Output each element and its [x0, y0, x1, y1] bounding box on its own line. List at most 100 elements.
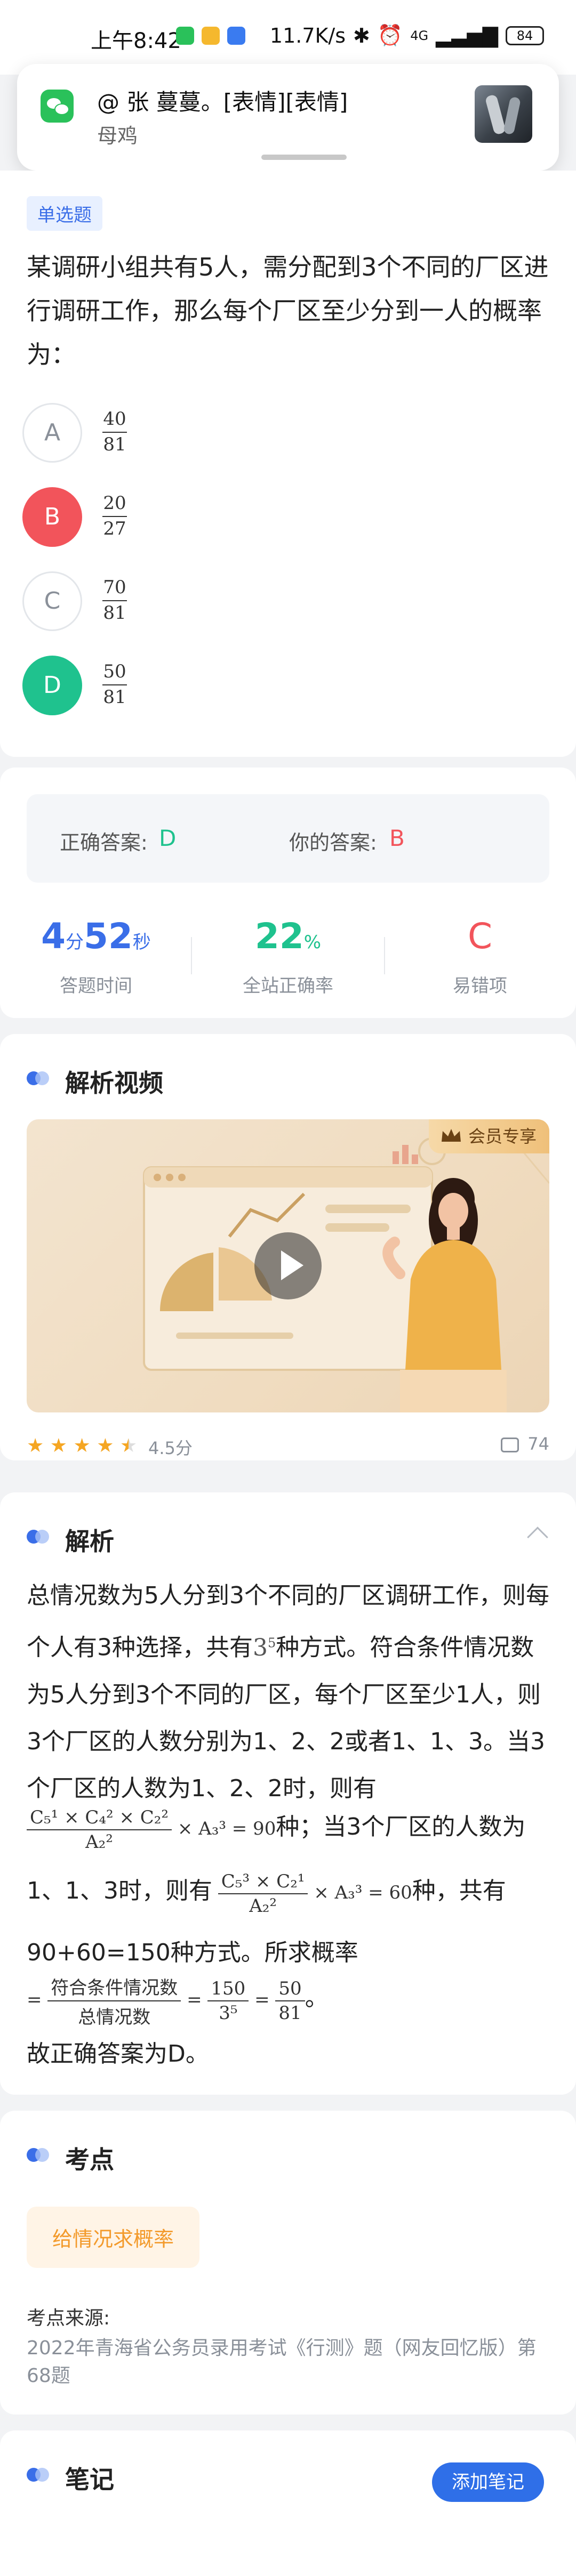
section-dot-icon — [27, 2468, 51, 2482]
explanation-card: 解析 总情况数为5人分到3个不同的厂区调研工作，则每个人有3种选择，共有35种方… — [0, 1492, 576, 2095]
collapse-chevron-icon[interactable] — [527, 1527, 548, 1548]
option-fraction: 20 27 — [102, 492, 127, 540]
correct-rate-value: 22 — [254, 916, 304, 957]
question-type-badge: 单选题 — [27, 196, 102, 231]
explanation-power-base: 3 — [253, 1634, 268, 1661]
probability-numerator: 符合条件情况数 — [47, 1973, 181, 2001]
correct-rate-stat: 22% 全站正确率 — [192, 912, 384, 997]
time-minutes: 4 — [41, 916, 66, 957]
video-card: 解析视频 会员专享 ★ ★ ★ ★ ★ 4.5分 74 — [0, 1034, 576, 1460]
option-letter: B — [22, 487, 82, 547]
option-letter: A — [22, 403, 82, 463]
key-point-title-text: 考点 — [65, 2145, 114, 2174]
probability-mid-denominator: 3⁵ — [219, 2002, 238, 2024]
option-a[interactable]: A 40 81 — [22, 403, 342, 465]
video-section-title: 解析视频 — [27, 1064, 163, 1099]
fraction-numerator: 70 — [102, 577, 127, 601]
crown-icon — [442, 1129, 461, 1142]
notes-app-icon — [202, 27, 220, 45]
vip-badge: 会员专享 — [429, 1119, 549, 1153]
notification-body: 母鸡 — [97, 124, 138, 148]
second-unit: 秒 — [132, 932, 151, 953]
error-prone-value: C — [467, 916, 493, 957]
add-note-button[interactable]: 添加笔记 — [432, 2462, 544, 2502]
explanation-section-title: 解析 — [27, 1522, 114, 1557]
correct-answer-value: D — [159, 825, 177, 851]
notes-title-text: 笔记 — [65, 2465, 114, 2494]
formula-numerator: C₅³ × C₂¹ — [218, 1871, 308, 1894]
correct-rate-label: 全站正确率 — [243, 975, 333, 997]
notification-thumbnail — [475, 85, 532, 143]
app-icon — [227, 27, 245, 45]
bluetooth-icon: ✱ — [353, 23, 370, 47]
notification-banner[interactable]: @ 张 蔓蔓。[表情][表情] 母鸡 — [17, 64, 559, 171]
status-bar: 上午8:42 11.7K/s ✱ ⏰ 4G ▂▃▅▇ 84 — [0, 0, 576, 75]
option-letter: D — [22, 656, 82, 715]
explanation-title-text: 解析 — [65, 1527, 114, 1556]
formula-tail: × A₃³ = 90 — [177, 1818, 276, 1839]
status-time: 上午8:42 — [91, 29, 181, 53]
rating-stars: ★ ★ ★ ★ ★ — [27, 1435, 137, 1457]
formula-denominator: A₂² — [85, 1831, 113, 1853]
formula-numerator: C₅¹ × C₄² × C₂² — [27, 1807, 172, 1830]
wechat-icon — [176, 27, 194, 45]
probability-mid-numerator: 150 — [207, 1978, 249, 2001]
option-d[interactable]: D 50 81 — [22, 656, 342, 717]
option-fraction: 50 81 — [102, 661, 127, 709]
fraction-numerator: 40 — [102, 408, 127, 433]
time-label: 答题时间 — [60, 975, 132, 997]
explanation-text: 总情况数为5人分到3个不同的厂区调研工作，则每个人有3种选择，共有35种方式。符… — [27, 1572, 549, 1807]
answer-time-stat: 4分52秒 答题时间 — [0, 912, 192, 997]
question-card: 单选题 某调研小组共有5人，需分配到3个不同的厂区进行调研工作，那么每个厂区至少… — [0, 171, 576, 757]
fraction-denominator: 81 — [103, 434, 126, 455]
formula-row-2: 1、1、3时，则有 C₅³ × C₂¹ A₂² × A₃³ = 60种，共有 — [27, 1871, 549, 1917]
notification-title: @ 张 蔓蔓。[表情][表情] — [97, 89, 348, 115]
percent-unit: % — [303, 932, 322, 953]
comment-count-button[interactable]: 74 — [501, 1434, 549, 1454]
video-player[interactable]: 会员专享 — [27, 1119, 549, 1412]
key-point-tag[interactable]: 给情况求概率 — [27, 2207, 200, 2268]
option-fraction: 40 81 — [102, 408, 127, 456]
status-right: 11.7K/s ✱ ⏰ 4G ▂▃▅▇ 84 — [270, 23, 544, 47]
formula-denominator: A₂² — [249, 1895, 277, 1917]
fraction-denominator: 81 — [103, 687, 126, 708]
time-seconds: 52 — [84, 916, 133, 957]
battery-icon: 84 — [506, 26, 544, 45]
play-icon[interactable] — [254, 1232, 322, 1299]
key-point-source[interactable]: 2022年青海省公务员录用考试《行测》题（网友回忆版）第68题 — [27, 2335, 555, 2390]
notes-section-title: 笔记 — [27, 2460, 114, 2496]
comment-icon — [501, 1438, 519, 1452]
star-icon: ★ — [27, 1435, 44, 1457]
alarm-icon: ⏰ — [377, 23, 403, 47]
key-point-source-label: 考点来源: — [27, 2307, 110, 2329]
key-point-section-title: 考点 — [27, 2141, 114, 2176]
fraction-numerator: 50 — [102, 661, 127, 685]
notes-card: 笔记 添加笔记 — [0, 2430, 576, 2576]
rating-score: 4.5分 — [148, 1438, 193, 1458]
signal-icon: ▂▃▅▇ — [436, 23, 498, 47]
minute-unit: 分 — [66, 932, 84, 953]
section-dot-icon — [27, 2148, 51, 2162]
formula-row-1: C₅¹ × C₄² × C₂² A₂² × A₃³ = 90种；当3个厂区的人数… — [27, 1807, 549, 1853]
star-icon: ★ — [97, 1435, 114, 1457]
key-point-card: 考点 给情况求概率 考点来源: 2022年青海省公务员录用考试《行测》题（网友回… — [0, 2111, 576, 2415]
option-fraction: 70 81 — [102, 577, 127, 625]
fraction-denominator: 27 — [103, 518, 126, 539]
notification-drag-handle[interactable] — [261, 155, 347, 160]
fraction-denominator: 81 — [103, 602, 126, 624]
option-c[interactable]: C 70 81 — [22, 571, 342, 633]
vip-badge-label: 会员专享 — [468, 1126, 537, 1146]
option-b[interactable]: B 20 27 — [22, 487, 342, 549]
section-dot-icon — [27, 1530, 51, 1544]
probability-result-numerator: 50 — [275, 1978, 305, 2001]
half-star-icon: ★ — [119, 1435, 138, 1457]
error-prone-label: 易错项 — [453, 975, 507, 997]
probability-formula: = 符合条件情况数 总情况数 = 150 3⁵ = 50 81 。 — [27, 1973, 329, 2029]
option-letter: C — [22, 571, 82, 631]
probability-denominator: 总情况数 — [78, 2007, 151, 2028]
section-dot-icon — [27, 1071, 51, 1085]
answer-card: 正确答案: D 你的答案: B 4分52秒 答题时间 22% 全站正确率 C 易… — [0, 768, 576, 1018]
error-prone-stat: C 易错项 — [384, 912, 576, 997]
status-app-icons — [176, 27, 245, 45]
question-text: 某调研小组共有5人，需分配到3个不同的厂区进行调研工作，那么每个厂区至少分到一人… — [27, 253, 549, 369]
